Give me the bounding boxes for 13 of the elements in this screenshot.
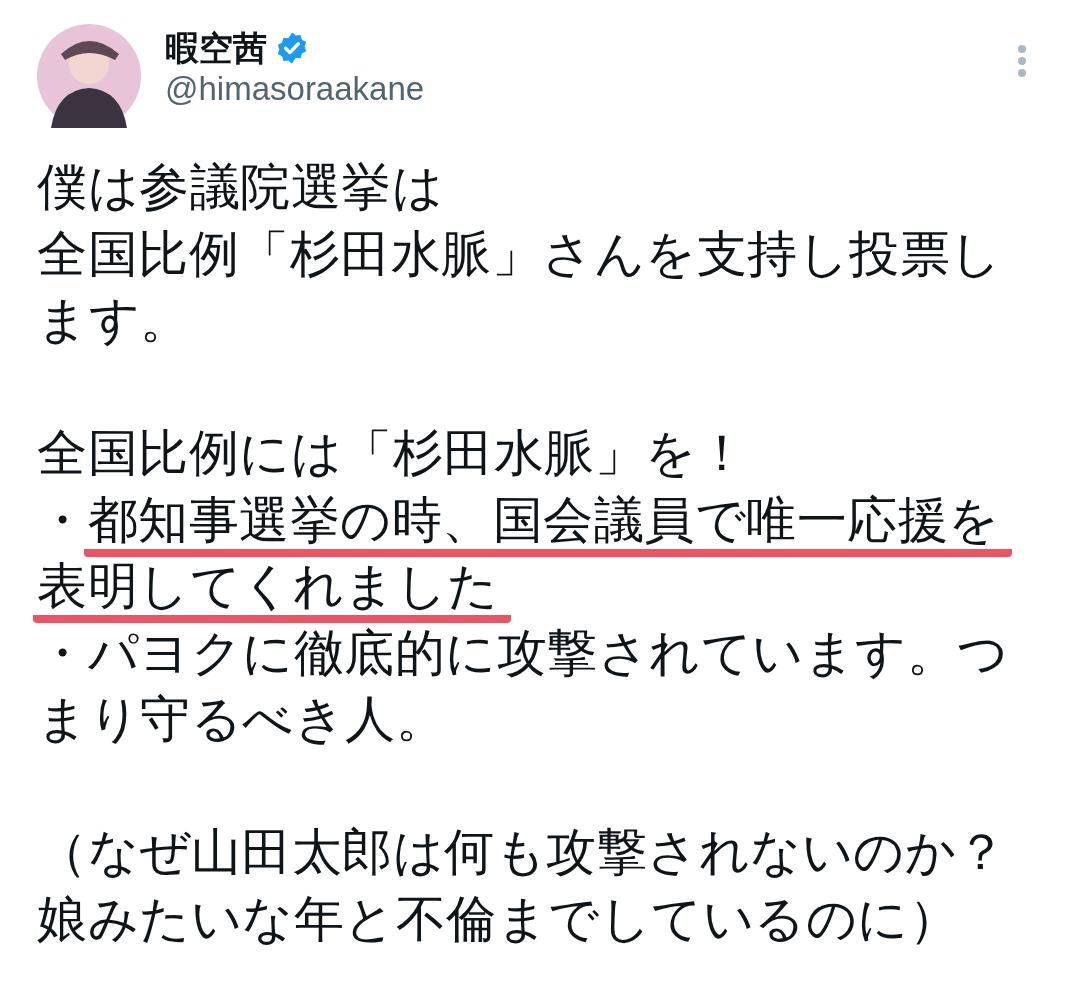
text-line: 全国比例「杉田水脈」さんを支持し投票し — [37, 224, 1002, 283]
underlined-text: 都知事選挙の時、国会議員で唯一応援を — [83, 490, 1012, 557]
more-icon[interactable] — [1017, 44, 1027, 78]
display-name: 暇空茜 — [165, 28, 267, 69]
text-line: ・パヨクに徹底的に攻撃されています。つ — [37, 623, 1009, 682]
text-line: ます。 — [37, 291, 191, 349]
username: @himasoraakane — [165, 68, 426, 109]
text-line: 全国比例には「杉田水脈」を！ — [37, 424, 747, 482]
text-line: まり守るべき人。 — [37, 690, 446, 748]
text-line: （なぜ山田太郎は何も攻撃されないのか？ — [37, 823, 1007, 881]
text-line: 僕は参議院選挙は — [37, 158, 443, 216]
underlined-text: 表明してくれました — [33, 557, 511, 623]
text-line: 娘みたいな年と不倫までしているのに） — [37, 889, 959, 948]
